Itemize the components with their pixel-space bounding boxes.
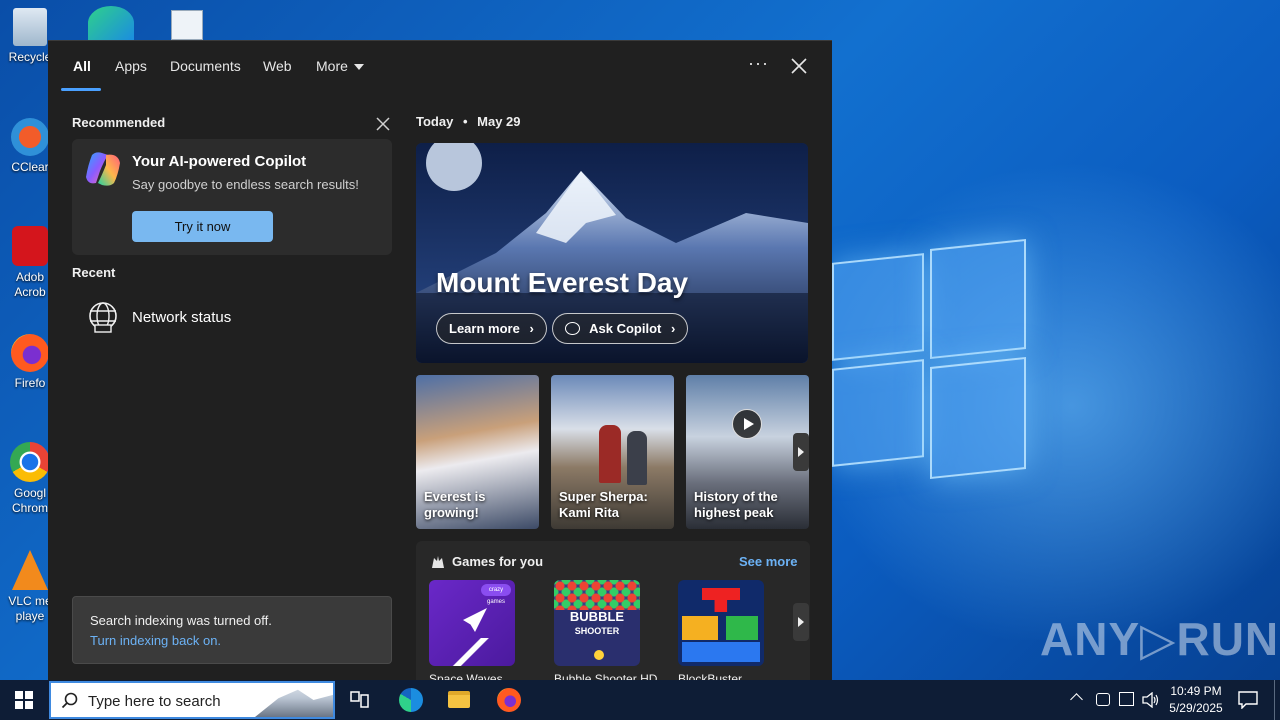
tab-web[interactable]: Web [263,58,292,74]
game-controller-icon [432,556,444,568]
today-label: Today [416,114,454,129]
anyrun-watermark: ANY▷RUN [1040,613,1280,665]
blockbuster-thumbnail [678,580,764,666]
task-view-button[interactable] [336,680,384,720]
sherpa-figure-shape [599,425,621,483]
search-icon [61,692,78,709]
globe-network-icon [89,302,117,333]
folder-icon [448,691,470,708]
indexing-notice: Search indexing was turned off. Turn ind… [72,596,392,664]
search-panel: All Apps Documents Web More ··· Recommen… [48,40,832,686]
network-icon[interactable] [1119,692,1134,706]
see-more-games-link[interactable]: See more [739,554,798,569]
search-highlight-image [255,689,333,717]
chevron-down-icon [353,64,364,71]
adobe-acrobat-icon [12,226,48,266]
chevron-right-icon [798,617,804,627]
games-heading: Games for you [452,554,544,569]
hero-title: Mount Everest Day [436,267,689,298]
thumb-title: Super Sherpa: Kami Rita [559,489,648,520]
bubble-shooter-thumbnail: BUBBLE SHOOTER [554,580,640,666]
ccleaner-icon [11,118,49,156]
task-view-icon [350,691,369,708]
turn-indexing-on-link[interactable]: Turn indexing back on. [90,633,221,648]
learn-more-button[interactable]: Learn more › [436,313,547,344]
recommended-heading: Recommended [72,115,166,130]
taskbar-file-explorer[interactable] [435,680,483,720]
today-separator: • [462,114,468,129]
more-options-icon[interactable]: ··· [748,53,769,74]
recent-item-network-status[interactable]: Network status [72,295,392,339]
crazy-games-badge: crazy games [481,584,511,605]
thumb-title: Everest is growing! [424,489,486,520]
game-blockbuster[interactable]: BlockBuster [678,580,764,686]
today-date: May 29 [477,114,521,129]
taskbar-firefox[interactable] [485,680,533,720]
chat-bubble-icon [565,322,580,335]
recent-heading: Recent [72,265,116,280]
copilot-card-subtitle: Say goodbye to endless search results! [132,177,359,192]
notifications-icon[interactable] [1238,691,1258,709]
chevron-right-icon [798,447,804,457]
taskbar-search-input[interactable]: Type here to search [49,681,335,719]
chevron-right-icon: › [671,321,676,336]
copilot-card-title: Your AI-powered Copilot [132,153,307,170]
clock-time: 10:49 PM [1170,684,1222,698]
chrome-icon [10,442,50,482]
windows-start-icon [15,691,33,709]
vlc-icon [12,550,48,590]
games-next-button[interactable] [793,603,809,641]
thumb-everest-growing[interactable]: Everest is growing! [416,375,539,529]
tab-more[interactable]: More [316,58,364,74]
taskbar: Type here to search 10:49 PM 5/29/2025 [0,680,1280,720]
windows-logo-wallpaper [826,238,1030,483]
copilot-recommendation-card: Your AI-powered Copilot Say goodbye to e… [72,139,392,255]
search-placeholder: Type here to search [88,693,221,710]
sherpa-figure-shape [627,431,647,485]
clock-date: 5/29/2025 [1169,701,1223,715]
edge-icon [399,688,423,712]
learn-more-label: Learn more [449,321,520,336]
game-bubble-shooter-hd[interactable]: BUBBLE SHOOTER Bubble Shooter HD [554,580,657,686]
hero-card[interactable]: Mount Everest Day Learn more › Ask Copil… [416,143,808,363]
try-it-now-button[interactable]: Try it now [132,211,273,242]
chevron-right-icon: › [529,321,534,336]
tab-all[interactable]: All [73,58,91,74]
volume-icon[interactable] [1142,692,1160,708]
desktop-icon-edge[interactable] [88,6,134,40]
recent-item-label: Network status [132,309,232,326]
copilot-logo-icon [86,152,120,186]
ask-copilot-label: Ask Copilot [589,321,662,336]
firefox-icon [11,334,49,372]
tab-apps[interactable]: Apps [115,58,147,74]
taskbar-edge[interactable] [387,680,435,720]
thumb-history-highest-peak[interactable]: History of the highest peak [686,375,809,529]
today-header: Today • May 29 [416,114,521,129]
thumb-super-sherpa[interactable]: Super Sherpa: Kami Rita [551,375,674,529]
carousel-next-button[interactable] [793,433,809,471]
recycle-bin-icon [13,8,47,46]
play-icon[interactable] [732,409,762,439]
bubble-logo-text: BUBBLE SHOOTER [569,609,625,636]
rocket-icon [463,608,487,632]
meet-now-icon[interactable] [1096,693,1110,706]
show-desktop-button[interactable] [1274,680,1280,720]
space-waves-thumbnail: crazy games [429,580,515,666]
desktop-icon-document[interactable] [171,10,203,40]
tab-documents[interactable]: Documents [170,58,241,74]
firefox-icon [497,688,521,712]
game-space-waves[interactable]: crazy games Space Waves [429,580,515,686]
games-section: Games for you See more crazy games Space… [416,541,810,686]
active-tab-indicator [61,88,101,91]
dismiss-recommended-icon[interactable] [374,115,392,133]
search-tabs: All Apps Documents Web More ··· [48,41,832,93]
ask-copilot-button[interactable]: Ask Copilot › [552,313,689,344]
taskbar-clock[interactable]: 10:49 PM 5/29/2025 [1160,683,1232,717]
tab-more-label: More [316,58,348,74]
show-hidden-icons-chevron-icon[interactable] [1070,693,1083,706]
thumb-title: History of the highest peak [694,489,778,520]
indexing-message: Search indexing was turned off. [90,613,272,628]
close-icon[interactable] [788,55,810,77]
start-button[interactable] [0,680,48,720]
